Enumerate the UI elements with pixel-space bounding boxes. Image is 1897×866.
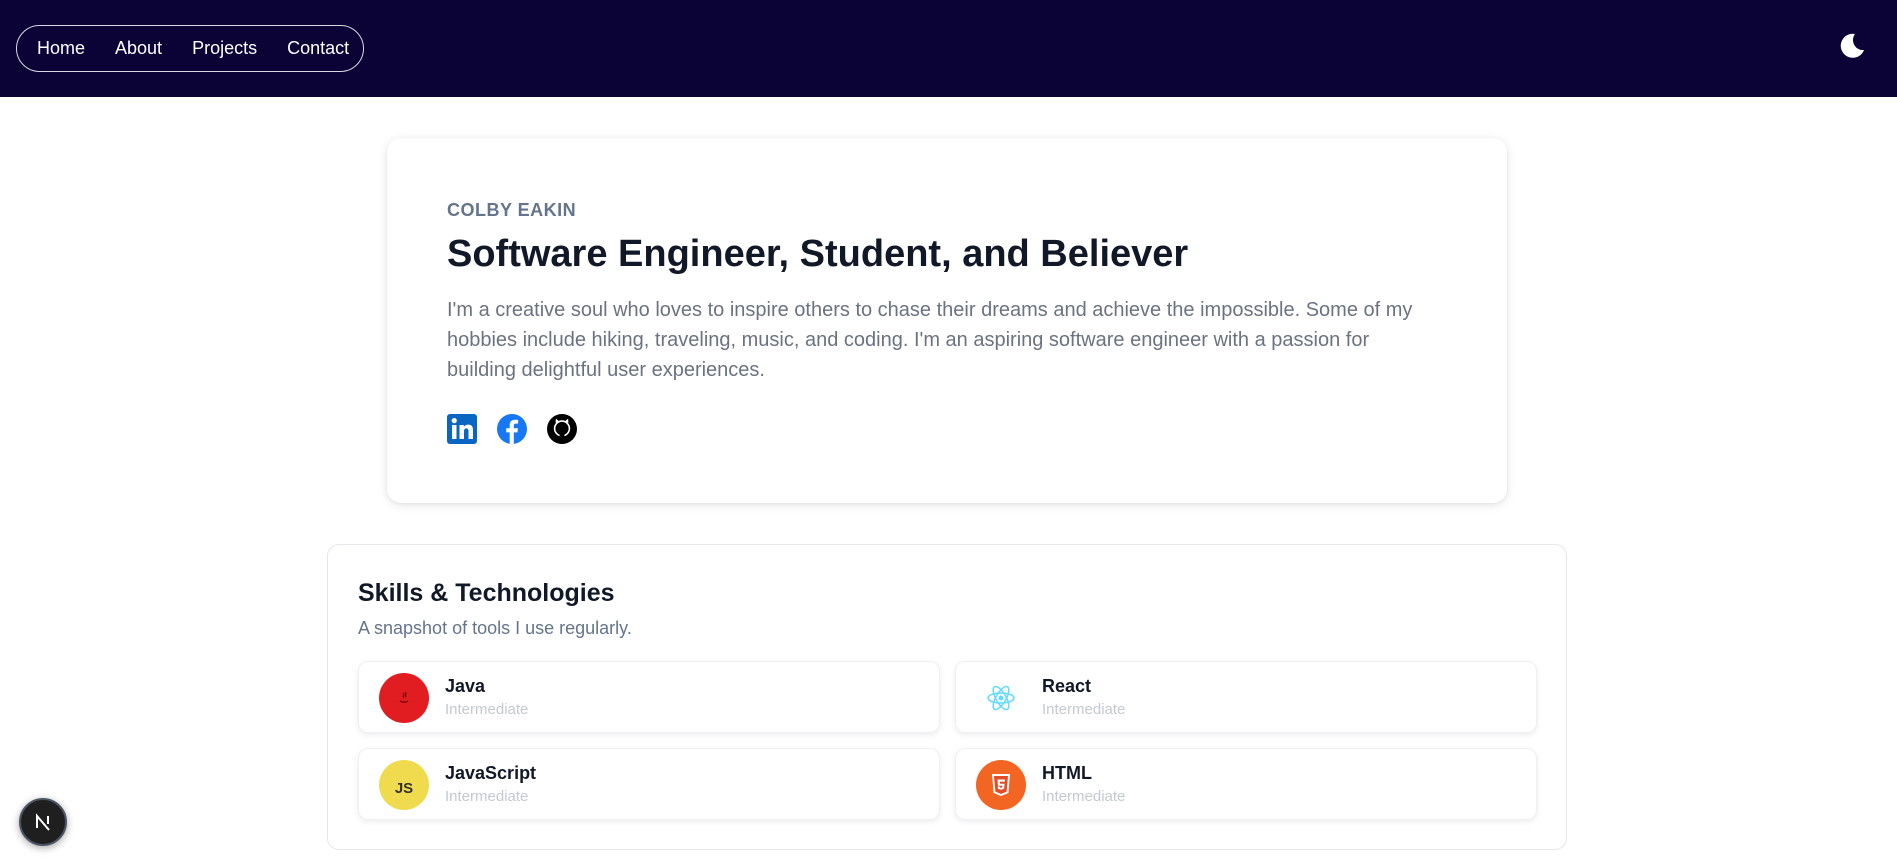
hero-card: COLBY EAKIN Software Engineer, Student, … xyxy=(387,138,1507,503)
skill-card-html: HTML Intermediate xyxy=(955,748,1537,820)
skill-level: Intermediate xyxy=(445,788,529,805)
nextjs-dev-badge[interactable] xyxy=(19,798,67,846)
moon-icon[interactable] xyxy=(1838,32,1866,60)
hero-eyebrow: COLBY EAKIN xyxy=(447,200,577,220)
skill-card-javascript: JS JavaScript Intermediate xyxy=(358,748,940,820)
nav-about-link[interactable]: About xyxy=(115,38,162,59)
nav-projects-link[interactable]: Projects xyxy=(192,38,257,59)
nav-home-link[interactable]: Home xyxy=(37,38,85,59)
nav-contact-link[interactable]: Contact xyxy=(287,38,349,59)
skills-title: Skills & Technologies xyxy=(358,579,615,607)
skill-card-java: Java Intermediate xyxy=(358,661,940,733)
javascript-icon: JS xyxy=(379,760,429,810)
top-navbar: Home About Projects Contact xyxy=(0,0,1897,97)
github-icon[interactable] xyxy=(546,413,578,445)
facebook-icon[interactable] xyxy=(496,413,528,445)
nextjs-icon xyxy=(36,813,50,831)
skill-level: Intermediate xyxy=(445,701,529,718)
skills-subtitle: A snapshot of tools I use regularly. xyxy=(358,618,632,638)
html5-icon xyxy=(976,760,1026,810)
skill-name: HTML xyxy=(1042,763,1092,783)
skill-card-react: React Intermediate xyxy=(955,661,1537,733)
social-links xyxy=(446,413,578,445)
linkedin-icon[interactable] xyxy=(446,413,478,445)
javascript-icon-text: JS xyxy=(394,779,414,797)
main-nav: Home About Projects Contact xyxy=(16,25,364,72)
skill-level: Intermediate xyxy=(1042,701,1126,718)
skill-name: JavaScript xyxy=(445,763,537,783)
skill-name: React xyxy=(1042,676,1092,696)
skills-section: Skills & Technologies A snapshot of tool… xyxy=(327,544,1567,850)
hero-bio: I'm a creative soul who loves to inspire… xyxy=(447,299,1413,381)
java-icon xyxy=(379,673,429,723)
react-icon xyxy=(976,673,1026,723)
skill-name: Java xyxy=(445,676,486,696)
skill-level: Intermediate xyxy=(1042,788,1126,805)
hero-headline: Software Engineer, Student, and Believer xyxy=(447,233,1189,275)
